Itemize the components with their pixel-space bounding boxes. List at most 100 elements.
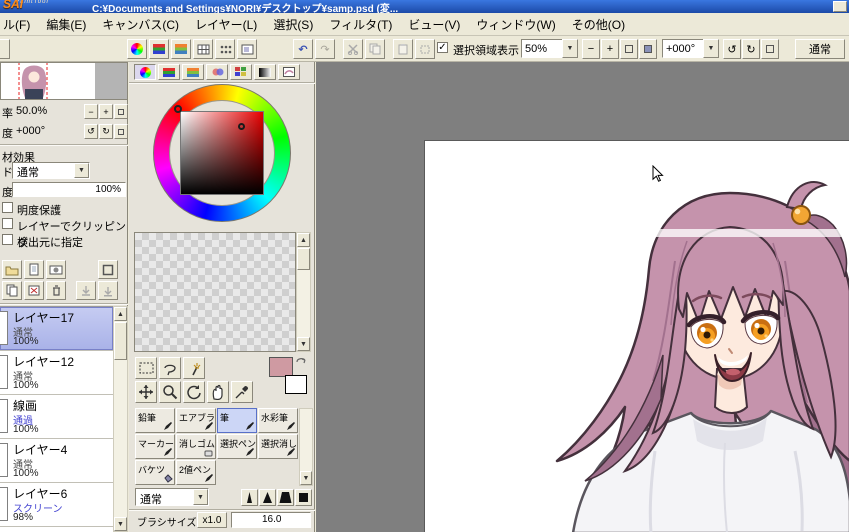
brush-shape-wide[interactable] [277,489,294,506]
foreground-color-swatch[interactable] [269,357,293,377]
scroll-down-button[interactable]: ▼ [297,337,310,351]
tool-watercolor[interactable]: 水彩筆 [258,408,298,433]
brush-shape-medium[interactable] [259,489,276,506]
fit-window-button[interactable] [620,39,638,59]
delete-selection-button[interactable] [415,39,435,59]
scratchpad-tab[interactable] [278,64,300,80]
hsv-sliders-tab[interactable] [182,64,204,80]
menu-select[interactable]: 選択(S) [265,13,321,36]
new-layer-button[interactable] [24,260,44,279]
sv-selector-dot[interactable] [238,123,245,130]
transfer-down-button[interactable] [98,281,118,300]
move-tool[interactable] [135,381,157,403]
gradient-tab[interactable] [254,64,276,80]
title-bar[interactable]: PaintTool SAI C:¥Documents and Settings¥… [0,0,849,13]
background-color-swatch[interactable] [285,375,307,394]
chevron-down-icon[interactable]: ▼ [74,163,89,178]
zoom-in-button[interactable]: + [601,39,619,59]
hand-tool[interactable] [207,381,229,403]
copy-button[interactable] [365,39,385,59]
layer-thumbnail[interactable] [0,399,8,433]
hue-selector-dot[interactable] [174,105,182,113]
scratchpad-canvas[interactable] [134,232,296,352]
scrollbar-thumb[interactable] [297,248,310,270]
menu-others[interactable]: その他(O) [564,13,633,36]
layer-row[interactable]: レイヤー6 スクリーン 98% [0,483,113,527]
tool-binary-pen[interactable]: 2値ペン [176,460,216,485]
rect-select-tool[interactable] [135,357,157,379]
delete-layer-button[interactable] [46,281,66,300]
scroll-up-button[interactable]: ▲ [297,233,310,247]
scroll-down-button[interactable]: ▼ [300,471,312,485]
tool-pencil[interactable]: 鉛筆 [135,408,175,433]
lasso-tool[interactable] [159,357,181,379]
rotate-cw-button[interactable]: ↻ [742,39,760,59]
layer-list-scrollbar[interactable]: ▲ ▼ [113,306,128,532]
menu-layer[interactable]: レイヤー(L) [187,13,265,36]
brush-mode-dropdown[interactable]: 通常 ▼ [135,488,209,506]
canvas-document[interactable] [424,140,849,532]
rgb-sliders-tab[interactable] [158,64,180,80]
brush-size-slider[interactable]: 16.0 [231,512,311,528]
zoom-value-field[interactable]: 50% [521,39,563,58]
color-wheel-panel-button[interactable] [127,39,147,59]
tool-brush[interactable]: 筆 [217,408,257,433]
tool-eraser[interactable]: 消しゴム [176,434,216,459]
blend-mode-dropdown[interactable]: 通常 ▼ [12,162,90,179]
clear-layer-button[interactable] [24,281,44,300]
zoom-out-button[interactable]: − [582,39,600,59]
layer-row[interactable]: レイヤー12 通常 100% [0,351,113,395]
normal-mode-button[interactable]: 通常 [795,39,845,59]
navigator-thumbnail[interactable] [0,62,128,100]
layer-row[interactable]: レイヤー17 通常 100% [0,307,113,351]
opacity-slider[interactable]: 100% [12,182,126,197]
expand-panel-button[interactable] [98,260,118,279]
menu-filter[interactable]: フィルタ(T) [321,13,400,36]
layer-row[interactable]: レイヤー4 通常 100% [0,439,113,483]
nav-rotate-ccw-button[interactable]: ↺ [84,124,98,139]
scratchpad-scrollbar[interactable]: ▲ ▼ [296,232,311,352]
nav-zoom-in-button[interactable]: + [99,104,113,119]
new-layer-set-button[interactable] [2,260,22,279]
duplicate-layer-button[interactable] [2,281,22,300]
scroll-down-button[interactable]: ▼ [114,517,127,531]
brush-shape-thin[interactable] [241,489,258,506]
menu-edit[interactable]: 編集(E) [38,13,94,36]
nav-rotate-cw-button[interactable]: ↻ [99,124,113,139]
menu-file[interactable]: ル(F) [0,13,38,36]
rgb-sliders-panel-button[interactable] [149,39,169,59]
clipping-group-checkbox[interactable] [2,218,13,229]
mixer-panel-button[interactable] [193,39,213,59]
layer-thumbnail[interactable] [0,487,8,521]
rotate-ccw-button[interactable]: ↺ [723,39,741,59]
menu-window[interactable]: ウィンドウ(W) [468,13,563,36]
cut-button[interactable] [343,39,363,59]
layer-thumbnail[interactable] [0,311,8,345]
zoom-dropdown-button[interactable]: ▼ [562,39,578,58]
color-mixer-tab[interactable] [206,64,228,80]
scroll-up-button[interactable]: ▲ [114,307,127,321]
angle-value-field[interactable]: +000° [662,39,704,58]
tool-selection-eraser[interactable]: 選択消し [258,434,298,459]
angle-dropdown-button[interactable]: ▼ [703,39,719,58]
layer-thumbnail[interactable] [0,443,8,477]
clipped-toolbar-button[interactable] [0,39,10,59]
tool-marker[interactable]: マーカー [135,434,175,459]
tool-airbrush[interactable]: エアブラシ [176,408,216,433]
nav-rotate-reset-button[interactable] [114,124,128,139]
layer-row[interactable]: 線画 通過 100% [0,395,113,439]
layer-thumbnail[interactable] [0,355,8,389]
swatches-panel-button[interactable] [215,39,235,59]
canvas-workspace[interactable] [316,62,849,532]
window-controls-button[interactable] [833,1,847,12]
new-mask-button[interactable] [46,260,66,279]
selection-area-checkbox[interactable]: ✓ [437,42,448,53]
tool-grid-scrollbar[interactable]: ▼ [299,408,313,486]
zoom-tool[interactable] [159,381,181,403]
undo-button[interactable]: ↶ [293,39,313,59]
saturation-value-square[interactable] [180,111,264,195]
menu-view[interactable]: ビュー(V) [400,13,468,36]
reset-rotation-button[interactable] [761,39,779,59]
redo-button[interactable]: ↷ [315,39,335,59]
merge-down-button[interactable] [76,281,96,300]
